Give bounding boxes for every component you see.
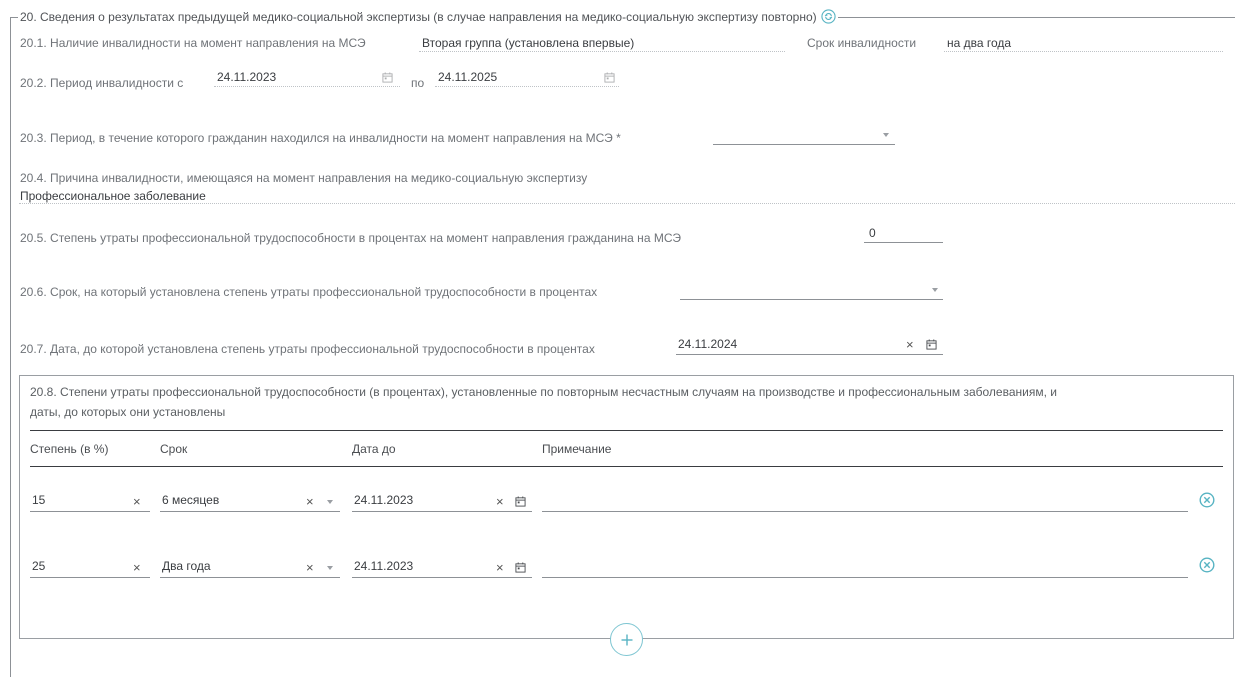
loss-degree-label: 20.5. Степень утраты профессиональной тр… xyxy=(20,231,681,245)
disability-cause-field[interactable]: Профессиональное заболевание xyxy=(19,187,1235,204)
row-date-field[interactable]: 24.11.2023 × xyxy=(352,490,532,512)
add-row-button[interactable] xyxy=(610,623,643,656)
disability-period-label: 20.2. Период инвалидности с xyxy=(20,76,184,90)
table-top-divider xyxy=(30,430,1223,431)
repeated-loss-title-line1: 20.8. Степени утраты профессиональной тр… xyxy=(30,385,1057,399)
disability-cause-label: 20.4. Причина инвалидности, имеющаяся на… xyxy=(20,171,588,185)
clear-icon[interactable]: × xyxy=(306,494,314,509)
refresh-icon[interactable] xyxy=(821,9,836,24)
table-header-divider xyxy=(30,466,1223,467)
row-note-input[interactable] xyxy=(542,490,1188,512)
row-degree-input[interactable]: 15 × xyxy=(30,490,150,512)
disability-label: 20.1. Наличие инвалидности на момент нап… xyxy=(20,36,366,50)
clear-icon[interactable]: × xyxy=(496,494,504,509)
column-header-note: Примечание xyxy=(542,442,612,456)
row-date-field[interactable]: 24.11.2023 × xyxy=(352,556,532,578)
row-term-select[interactable]: 6 месяцев × xyxy=(160,490,340,512)
section-title-wrap: 20. Сведения о результатах предыдущей ме… xyxy=(18,9,838,24)
disability-group-field[interactable]: Вторая группа (установлена впервые) xyxy=(419,34,785,52)
section-title: 20. Сведения о результатах предыдущей ме… xyxy=(20,9,817,24)
row-date-value: 24.11.2023 xyxy=(354,559,414,573)
row-term-value: 6 месяцев xyxy=(162,493,220,507)
period-to-field[interactable]: 24.11.2025 xyxy=(435,67,619,87)
row-term-select[interactable]: Два года × xyxy=(160,556,340,578)
clear-icon[interactable]: × xyxy=(496,560,504,575)
loss-term-label: 20.6. Срок, на который установлена степе… xyxy=(20,285,598,299)
disability-duration-label: 20.3. Период, в течение которого граждан… xyxy=(20,131,621,145)
row-term-value: Два года xyxy=(162,559,211,573)
clear-icon[interactable]: × xyxy=(133,560,141,575)
disability-group-value: Вторая группа (установлена впервые) xyxy=(422,36,635,50)
loss-degree-input[interactable]: 0 xyxy=(864,223,943,243)
column-header-term: Срок xyxy=(160,442,188,456)
row-note-input[interactable] xyxy=(542,556,1188,578)
clear-icon[interactable]: × xyxy=(306,560,314,575)
disability-term-value: на два года xyxy=(947,36,1012,50)
row-degree-value: 15 xyxy=(32,493,46,507)
row-date-value: 24.11.2023 xyxy=(354,493,414,507)
delete-circle-icon[interactable] xyxy=(1199,557,1215,573)
plus-icon xyxy=(621,634,632,645)
calendar-icon[interactable] xyxy=(515,562,526,573)
chevron-down-icon[interactable] xyxy=(327,500,333,504)
calendar-icon[interactable] xyxy=(926,339,937,350)
column-header-date: Дата до xyxy=(352,442,396,456)
loss-date-label: 20.7. Дата, до которой установлена степе… xyxy=(20,342,595,356)
chevron-down-icon[interactable] xyxy=(327,566,333,570)
clear-icon[interactable]: × xyxy=(133,494,141,509)
calendar-icon[interactable] xyxy=(515,496,526,507)
repeated-loss-title-line2: даты, до которых они установлены xyxy=(30,405,226,419)
disability-term-field[interactable]: на два года xyxy=(944,34,1223,52)
delete-circle-icon[interactable] xyxy=(1199,492,1215,508)
row-degree-input[interactable]: 25 × xyxy=(30,556,150,578)
chevron-down-icon[interactable] xyxy=(883,133,889,137)
row-degree-value: 25 xyxy=(32,559,46,573)
clear-icon[interactable]: × xyxy=(906,337,914,352)
disability-duration-select[interactable] xyxy=(713,126,895,145)
loss-degree-value: 0 xyxy=(869,226,876,240)
period-from-field[interactable]: 24.11.2023 xyxy=(214,67,400,87)
period-to-label: по xyxy=(411,76,425,90)
disability-cause-value: Профессиональное заболевание xyxy=(20,189,206,203)
loss-date-field[interactable]: 24.11.2024 × xyxy=(676,335,943,355)
calendar-icon[interactable] xyxy=(382,72,393,83)
loss-date-value: 24.11.2024 xyxy=(678,337,738,351)
disability-term-label: Срок инвалидности xyxy=(807,36,917,50)
period-from-value: 24.11.2023 xyxy=(217,70,277,84)
loss-term-select[interactable] xyxy=(680,281,943,300)
chevron-down-icon[interactable] xyxy=(932,288,938,292)
column-header-degree: Степень (в %) xyxy=(30,442,109,456)
calendar-icon[interactable] xyxy=(604,72,615,83)
period-to-value: 24.11.2025 xyxy=(438,70,498,84)
